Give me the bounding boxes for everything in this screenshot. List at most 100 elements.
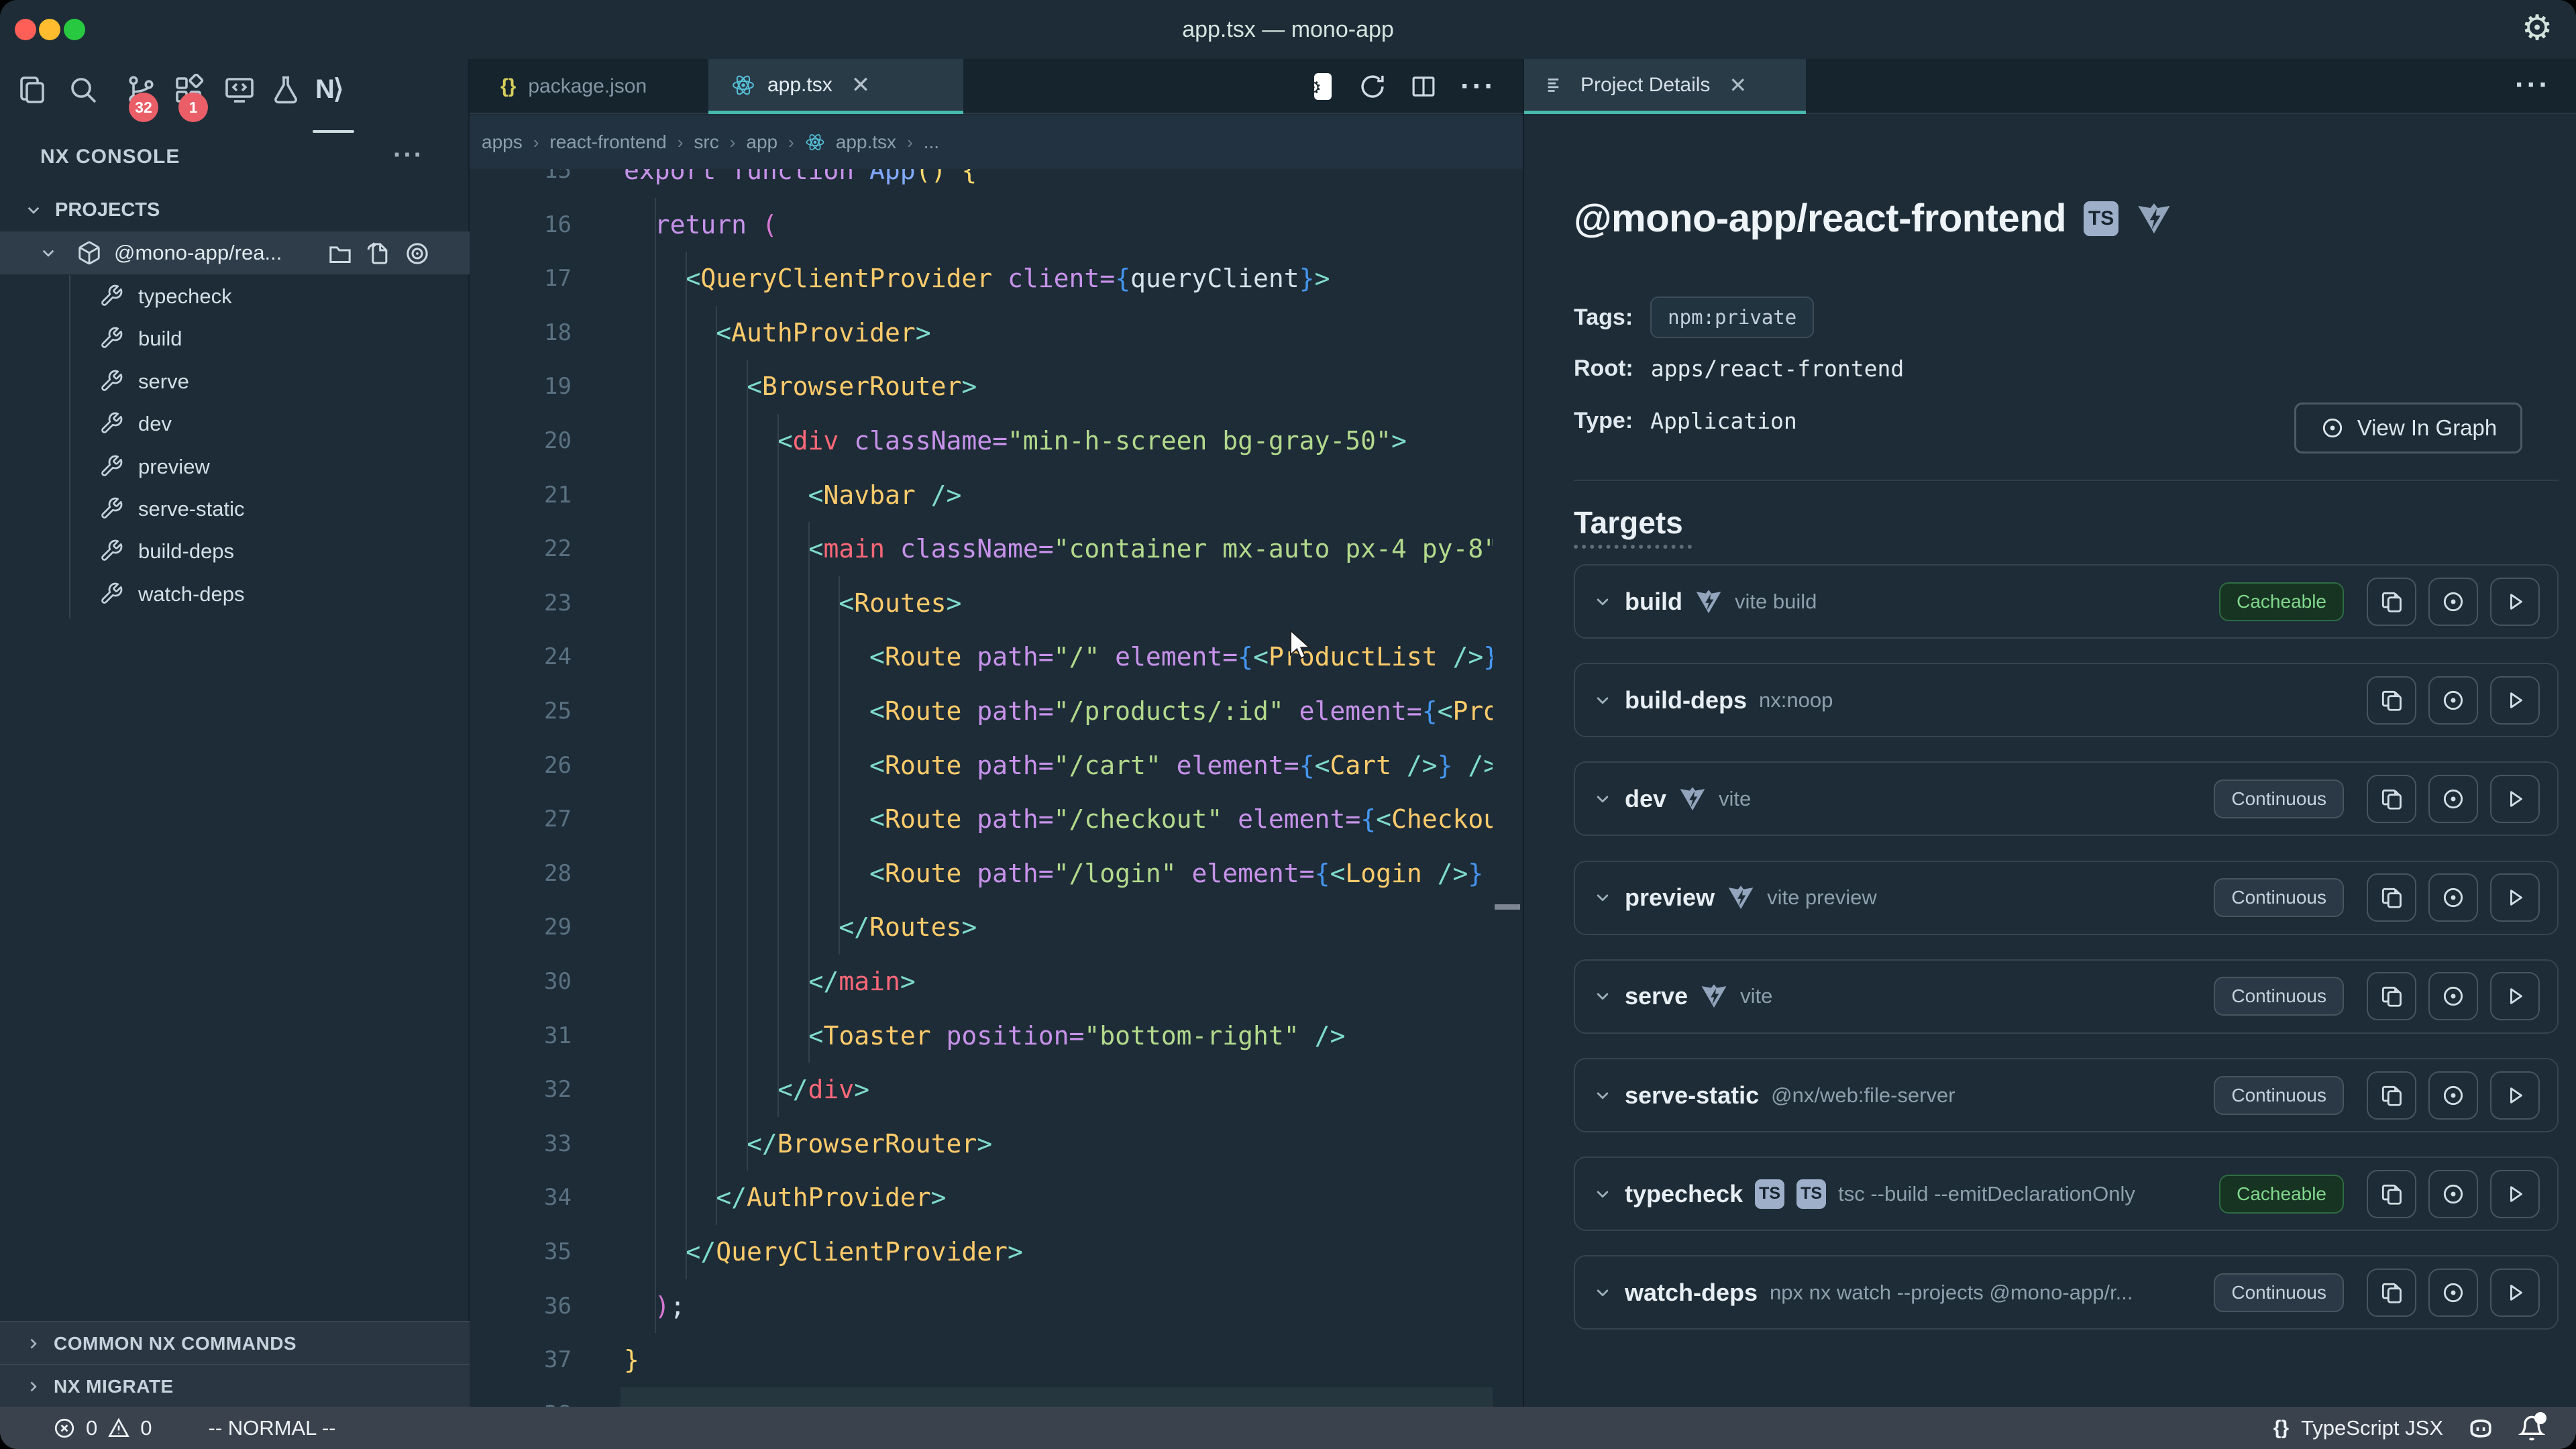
more-actions-icon[interactable]: ···: [1460, 72, 1496, 101]
code-line: <Routes>: [624, 576, 961, 631]
copy-button[interactable]: [2367, 873, 2416, 922]
tab-project-details[interactable]: Project Details ✕: [1524, 59, 1806, 114]
projects-section-header[interactable]: PROJECTS: [0, 189, 470, 231]
copy-button[interactable]: [2367, 1170, 2416, 1218]
tab-label: app.tsx: [767, 74, 833, 97]
sidebar-task-serve-static[interactable]: serve-static: [0, 488, 470, 530]
settings-gear-icon[interactable]: ⚙: [2517, 8, 2557, 48]
overview-ruler-marker: [1495, 904, 1520, 910]
play-button[interactable]: [2490, 873, 2540, 922]
type-value: Application: [1650, 408, 1797, 434]
sidebar-task-preview[interactable]: preview: [0, 445, 470, 488]
errors-count: 0: [86, 1416, 97, 1440]
chevron-down-icon[interactable]: [1593, 1085, 1613, 1106]
nx-migrate-section[interactable]: NX MIGRATE: [0, 1364, 470, 1407]
notifications-bell-icon[interactable]: [2518, 1415, 2545, 1442]
split-editor-icon[interactable]: [1409, 72, 1438, 101]
goto-file-icon[interactable]: [366, 240, 392, 267]
line-number: 35: [470, 1225, 572, 1279]
play-button[interactable]: [2490, 775, 2540, 823]
line-number: 33: [470, 1117, 572, 1171]
breadcrumb-item[interactable]: src: [694, 131, 718, 153]
sidebar-task-typecheck[interactable]: typecheck: [0, 275, 470, 317]
play-button[interactable]: [2490, 1170, 2540, 1218]
copy-button[interactable]: [2367, 775, 2416, 823]
notification-dot: [2534, 1412, 2546, 1424]
breadcrumb-item[interactable]: apps: [482, 131, 523, 153]
close-icon[interactable]: ✕: [851, 72, 871, 99]
eye-icon: [2320, 415, 2345, 441]
folder-icon[interactable]: [327, 240, 354, 267]
chevron-down-icon[interactable]: [1593, 789, 1613, 809]
eye-button[interactable]: [2428, 972, 2478, 1020]
tab-package.json[interactable]: {}package.json: [478, 59, 669, 114]
play-button[interactable]: [2490, 1269, 2540, 1317]
eye-button[interactable]: [2428, 873, 2478, 922]
eye-button[interactable]: [2428, 578, 2478, 626]
code-editor[interactable]: 15export function App() {16 return (17 <…: [470, 169, 1523, 1407]
close-icon[interactable]: ✕: [1729, 72, 1747, 98]
chevron-down-icon[interactable]: [1593, 1283, 1613, 1303]
chevron-down-icon[interactable]: [1593, 986, 1613, 1006]
eye-button[interactable]: [2428, 676, 2478, 724]
play-button[interactable]: [2490, 1071, 2540, 1120]
play-button[interactable]: [2490, 972, 2540, 1020]
sidebar-more-actions-icon[interactable]: ···: [393, 131, 424, 182]
refresh-icon[interactable]: [1358, 72, 1387, 101]
copy-button[interactable]: [2367, 972, 2416, 1020]
line-number: 20: [470, 414, 572, 468]
language-mode[interactable]: {} TypeScript JSX: [2273, 1416, 2443, 1440]
indent-guide: [716, 306, 717, 1225]
sidebar-task-build[interactable]: build: [0, 317, 470, 360]
root-value: apps/react-frontend: [1651, 356, 1904, 382]
sidebar-task-dev[interactable]: dev: [0, 402, 470, 445]
breadcrumb-item[interactable]: app: [746, 131, 777, 153]
vite-icon: [1678, 785, 1707, 813]
warnings-icon[interactable]: [107, 1416, 131, 1440]
chevron-right-icon: ›: [678, 132, 684, 153]
copy-button[interactable]: [2367, 1071, 2416, 1120]
target-bullseye-icon[interactable]: [404, 240, 431, 267]
eye-button[interactable]: [2428, 1170, 2478, 1218]
sidebar-task-serve[interactable]: serve: [0, 360, 470, 402]
chevron-down-icon[interactable]: [1593, 888, 1613, 908]
play-button[interactable]: [2490, 578, 2540, 626]
chevron-down-icon[interactable]: [1593, 690, 1613, 710]
task-label: serve: [138, 360, 189, 402]
chevron-down-icon[interactable]: [1593, 1184, 1613, 1204]
copy-button[interactable]: [2367, 676, 2416, 724]
code-line: <Toaster position="bottom-right" />: [624, 1009, 1345, 1063]
remote-explorer-icon[interactable]: [223, 74, 256, 106]
tab-app.tsx[interactable]: app.tsx ✕: [708, 59, 963, 114]
project-config-icon[interactable]: ⚙: [1306, 72, 1336, 101]
eye-button[interactable]: [2428, 1269, 2478, 1317]
test-beaker-icon[interactable]: [270, 74, 302, 106]
chevron-right-icon: ›: [730, 132, 736, 153]
chevron-down-icon[interactable]: [1593, 592, 1613, 612]
errors-icon[interactable]: [52, 1416, 76, 1440]
eye-button[interactable]: [2428, 775, 2478, 823]
play-button[interactable]: [2490, 676, 2540, 724]
nx-console-icon[interactable]: N⟩: [315, 74, 357, 106]
view-in-graph-button[interactable]: View In Graph: [2294, 402, 2522, 453]
copy-button[interactable]: [2367, 1269, 2416, 1317]
target-name: watch-deps: [1625, 1279, 1758, 1307]
breadcrumb-item[interactable]: app.tsx: [836, 131, 896, 153]
sidebar-task-build-deps[interactable]: build-deps: [0, 530, 470, 572]
eye-button[interactable]: [2428, 1071, 2478, 1120]
common-nx-commands-section[interactable]: COMMON NX COMMANDS: [0, 1321, 470, 1364]
project-tree-item[interactable]: @mono-app/rea...: [0, 231, 470, 274]
copy-button[interactable]: [2367, 578, 2416, 626]
target-card-preview: previewvite previewContinuous: [1574, 861, 2559, 935]
project-tasks-tree: typecheckbuildservedevpreviewserve-stati…: [0, 275, 470, 651]
target-name: build-deps: [1625, 686, 1747, 714]
sidebar-task-watch-deps[interactable]: watch-deps: [0, 573, 470, 615]
target-card-dev: devviteContinuous: [1574, 761, 2559, 836]
search-icon[interactable]: [67, 74, 99, 106]
task-label: typecheck: [138, 275, 232, 317]
breadcrumb-item[interactable]: react-frontend: [549, 131, 666, 153]
copilot-icon[interactable]: [2466, 1413, 2496, 1443]
explorer-icon[interactable]: [16, 74, 48, 106]
breadcrumb-item[interactable]: ...: [924, 131, 939, 153]
panel-more-actions-icon[interactable]: ···: [2515, 59, 2551, 114]
